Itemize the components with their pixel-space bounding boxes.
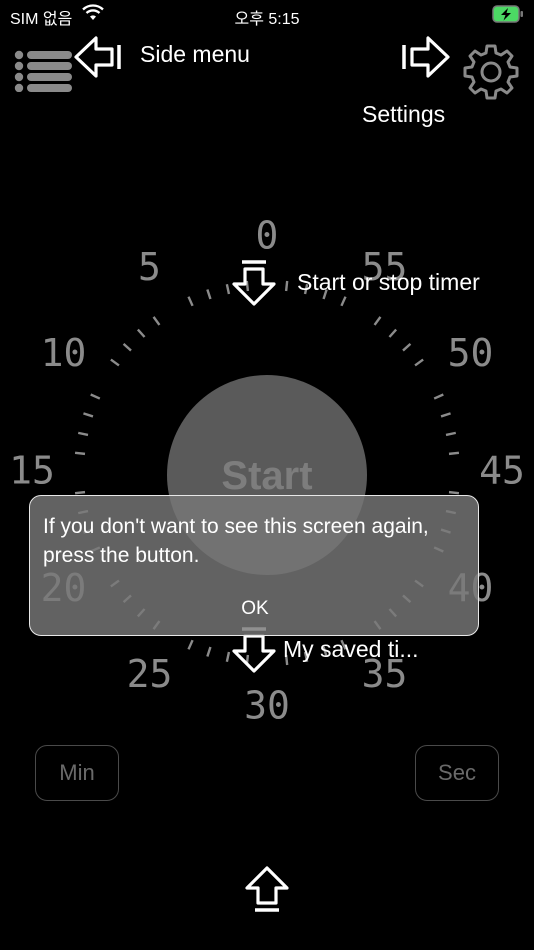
- dial-tick: [448, 451, 460, 456]
- dial-tick: [136, 328, 146, 338]
- battery-charging-icon: [492, 5, 523, 23]
- dial-label: 50: [448, 331, 494, 375]
- arrow-up-icon[interactable]: [244, 866, 290, 914]
- dial-tick: [77, 431, 89, 437]
- dial-label: 25: [127, 652, 173, 696]
- dial-tick: [83, 412, 94, 418]
- dial-tick: [206, 289, 212, 300]
- arrow-left-icon: [74, 36, 121, 78]
- dial-tick: [74, 490, 86, 495]
- saved-timers-hint: My saved ti...: [283, 636, 419, 662]
- dial-tick: [110, 358, 120, 367]
- dial-tick: [74, 451, 86, 456]
- dial-tick: [225, 651, 231, 663]
- dial-tick: [433, 393, 444, 400]
- dial-tick: [284, 280, 289, 292]
- ok-button[interactable]: OK: [30, 598, 480, 620]
- dial-tick: [187, 296, 194, 307]
- dial-tick: [440, 412, 451, 418]
- dial-label: 45: [479, 449, 525, 493]
- dial-tick: [388, 328, 398, 338]
- dial-tick: [445, 431, 457, 437]
- side-menu-hint: Side menu: [140, 41, 250, 67]
- start-stop-hint: Start or stop timer: [297, 269, 480, 295]
- status-bar: SIM 없음 오후 5:15: [0, 0, 534, 30]
- dial-tick: [340, 296, 347, 307]
- dial-tick: [225, 283, 231, 295]
- tutorial-dialog: If you don't want to see this screen aga…: [29, 495, 479, 636]
- dial-label: 15: [9, 449, 55, 493]
- dial-label: 0: [256, 214, 279, 258]
- dial-tick: [152, 316, 161, 326]
- dial-tick: [448, 490, 460, 495]
- status-time: 오후 5:15: [234, 11, 300, 28]
- dial-tick: [90, 393, 101, 400]
- dial-tick: [414, 358, 424, 367]
- dial-tick: [122, 342, 132, 352]
- dial-tick: [402, 342, 412, 352]
- sec-button[interactable]: Sec: [415, 745, 499, 801]
- min-label: Min: [59, 760, 95, 785]
- dial-tick: [187, 639, 194, 650]
- dial-label: 5: [138, 245, 161, 289]
- sec-label: Sec: [438, 760, 476, 785]
- arrow-right-icon: [402, 36, 450, 78]
- start-label: Start: [221, 453, 313, 498]
- list-menu-icon[interactable]: [14, 50, 72, 92]
- dial-tick: [206, 646, 212, 657]
- min-button[interactable]: Min: [35, 745, 119, 801]
- settings-hint: Settings: [362, 101, 446, 127]
- arrow-down-icon: [232, 260, 276, 306]
- gear-icon[interactable]: [461, 42, 521, 102]
- dial-label: 30: [244, 684, 290, 728]
- dialog-message: If you don't want to see this screen aga…: [43, 515, 429, 567]
- dial-tick: [373, 316, 382, 326]
- dial-label: 10: [41, 331, 87, 375]
